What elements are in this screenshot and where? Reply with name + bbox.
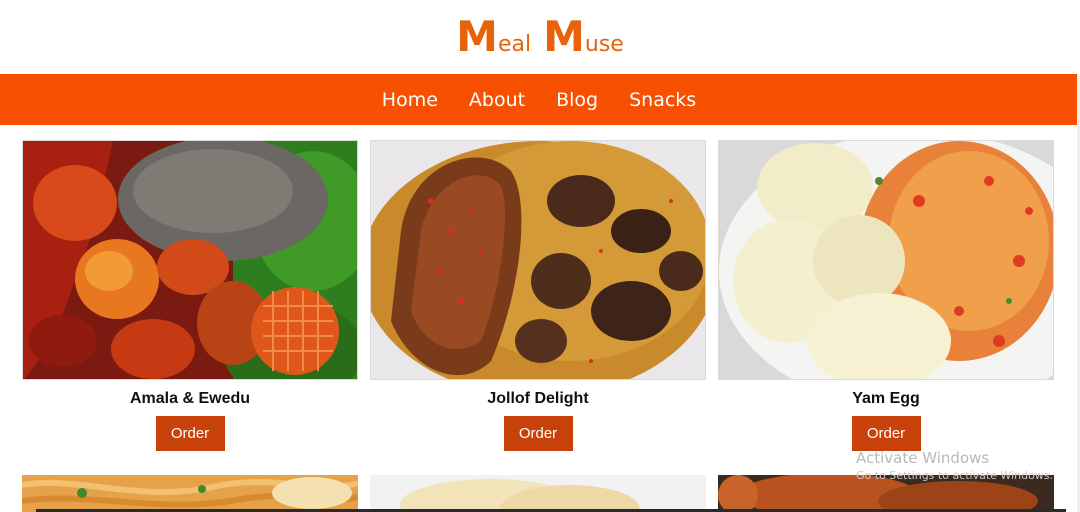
logo-text-use: use [584, 32, 624, 57]
meal-photo-noodles [22, 475, 358, 512]
site-header: Meal Muse [0, 0, 1080, 74]
logo-text-eal: eal [497, 32, 532, 57]
activate-windows-watermark: Activate Windows Go to Settings to activ… [856, 449, 1053, 482]
watermark-title: Activate Windows [856, 449, 990, 467]
meal-name-jollof: Jollof Delight [487, 390, 589, 407]
watermark-subtitle: Go to Settings to activate Windows. [856, 469, 1054, 482]
order-button-yam-egg[interactable]: Order [851, 416, 921, 451]
meal-photo-yam-egg [718, 140, 1054, 380]
main-navbar: Home About Blog Snacks [0, 74, 1078, 125]
meal-photo-bread [370, 475, 706, 512]
meal-card-yam-egg: Yam Egg Order [718, 140, 1054, 451]
order-button-amala[interactable]: Order [155, 416, 225, 451]
nav-home[interactable]: Home [382, 89, 438, 111]
nav-snacks[interactable]: Snacks [629, 89, 696, 111]
meal-card-jollof: Jollof Delight Order [370, 140, 706, 451]
meal-name-yam-egg: Yam Egg [852, 390, 920, 407]
meal-photo-jollof [370, 140, 706, 380]
meal-card-amala: Amala & Ewedu Order [22, 140, 358, 451]
meal-photo-amala [22, 140, 358, 380]
logo-letter-m-2: M [543, 12, 585, 61]
site-logo[interactable]: Meal Muse [0, 14, 1080, 68]
meal-name-amala: Amala & Ewedu [129, 390, 251, 407]
meal-card-row2-1 [22, 475, 358, 512]
meal-card-row2-2 [370, 475, 706, 512]
order-button-jollof[interactable]: Order [503, 416, 573, 451]
nav-about[interactable]: About [469, 89, 525, 111]
nav-blog[interactable]: Blog [556, 89, 598, 111]
logo-letter-m: M [456, 12, 498, 61]
